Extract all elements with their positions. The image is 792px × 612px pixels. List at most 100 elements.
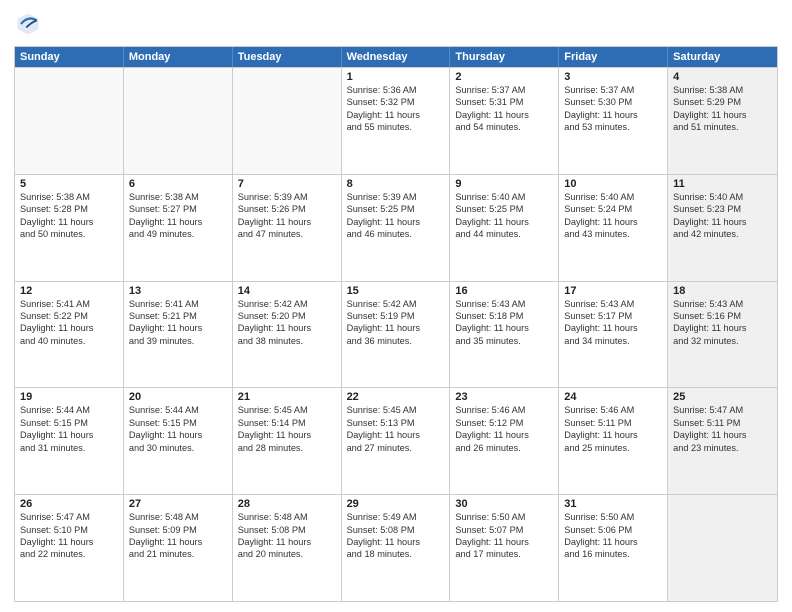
calendar-cell-day-7: 7Sunrise: 5:39 AMSunset: 5:26 PMDaylight… — [233, 175, 342, 281]
calendar-cell-empty-0-2 — [233, 68, 342, 174]
day-number: 9 — [455, 178, 553, 190]
day-number: 22 — [347, 391, 445, 403]
calendar-cell-day-2: 2Sunrise: 5:37 AMSunset: 5:31 PMDaylight… — [450, 68, 559, 174]
cell-line-2: Daylight: 11 hours — [455, 216, 553, 228]
calendar-cell-day-10: 10Sunrise: 5:40 AMSunset: 5:24 PMDayligh… — [559, 175, 668, 281]
cell-line-2: Daylight: 11 hours — [455, 322, 553, 334]
cell-line-0: Sunrise: 5:37 AM — [564, 84, 662, 96]
cell-line-3: and 36 minutes. — [347, 335, 445, 347]
calendar-cell-day-29: 29Sunrise: 5:49 AMSunset: 5:08 PMDayligh… — [342, 495, 451, 601]
cell-line-0: Sunrise: 5:46 AM — [455, 404, 553, 416]
calendar: SundayMondayTuesdayWednesdayThursdayFrid… — [14, 46, 778, 602]
cell-line-0: Sunrise: 5:42 AM — [238, 298, 336, 310]
calendar-cell-day-14: 14Sunrise: 5:42 AMSunset: 5:20 PMDayligh… — [233, 282, 342, 388]
calendar-row-4: 26Sunrise: 5:47 AMSunset: 5:10 PMDayligh… — [15, 494, 777, 601]
day-number: 26 — [20, 498, 118, 510]
cell-line-0: Sunrise: 5:47 AM — [20, 511, 118, 523]
cell-line-2: Daylight: 11 hours — [455, 429, 553, 441]
calendar-cell-day-27: 27Sunrise: 5:48 AMSunset: 5:09 PMDayligh… — [124, 495, 233, 601]
calendar-cell-day-30: 30Sunrise: 5:50 AMSunset: 5:07 PMDayligh… — [450, 495, 559, 601]
cell-line-1: Sunset: 5:07 PM — [455, 524, 553, 536]
calendar-cell-day-8: 8Sunrise: 5:39 AMSunset: 5:25 PMDaylight… — [342, 175, 451, 281]
calendar-cell-day-28: 28Sunrise: 5:48 AMSunset: 5:08 PMDayligh… — [233, 495, 342, 601]
cell-line-3: and 18 minutes. — [347, 548, 445, 560]
calendar-cell-day-26: 26Sunrise: 5:47 AMSunset: 5:10 PMDayligh… — [15, 495, 124, 601]
calendar-cell-day-24: 24Sunrise: 5:46 AMSunset: 5:11 PMDayligh… — [559, 388, 668, 494]
cell-line-0: Sunrise: 5:48 AM — [129, 511, 227, 523]
cell-line-3: and 28 minutes. — [238, 442, 336, 454]
day-number: 31 — [564, 498, 662, 510]
cell-line-0: Sunrise: 5:50 AM — [564, 511, 662, 523]
cell-line-3: and 30 minutes. — [129, 442, 227, 454]
cell-line-2: Daylight: 11 hours — [129, 536, 227, 548]
cell-line-2: Daylight: 11 hours — [238, 429, 336, 441]
cell-line-1: Sunset: 5:26 PM — [238, 203, 336, 215]
day-number: 27 — [129, 498, 227, 510]
cell-line-1: Sunset: 5:31 PM — [455, 96, 553, 108]
cell-line-0: Sunrise: 5:40 AM — [564, 191, 662, 203]
day-number: 10 — [564, 178, 662, 190]
day-number: 17 — [564, 285, 662, 297]
cell-line-1: Sunset: 5:15 PM — [129, 417, 227, 429]
cell-line-3: and 34 minutes. — [564, 335, 662, 347]
cell-line-2: Daylight: 11 hours — [673, 109, 772, 121]
cell-line-1: Sunset: 5:25 PM — [347, 203, 445, 215]
calendar-cell-day-13: 13Sunrise: 5:41 AMSunset: 5:21 PMDayligh… — [124, 282, 233, 388]
cell-line-1: Sunset: 5:16 PM — [673, 310, 772, 322]
day-number: 20 — [129, 391, 227, 403]
calendar-cell-day-31: 31Sunrise: 5:50 AMSunset: 5:06 PMDayligh… — [559, 495, 668, 601]
cell-line-3: and 25 minutes. — [564, 442, 662, 454]
cell-line-1: Sunset: 5:08 PM — [238, 524, 336, 536]
cell-line-0: Sunrise: 5:38 AM — [673, 84, 772, 96]
cell-line-1: Sunset: 5:12 PM — [455, 417, 553, 429]
cell-line-3: and 54 minutes. — [455, 121, 553, 133]
calendar-cell-day-6: 6Sunrise: 5:38 AMSunset: 5:27 PMDaylight… — [124, 175, 233, 281]
calendar-cell-day-5: 5Sunrise: 5:38 AMSunset: 5:28 PMDaylight… — [15, 175, 124, 281]
cell-line-3: and 21 minutes. — [129, 548, 227, 560]
weekday-header-sunday: Sunday — [15, 47, 124, 67]
cell-line-1: Sunset: 5:14 PM — [238, 417, 336, 429]
weekday-header-tuesday: Tuesday — [233, 47, 342, 67]
day-number: 2 — [455, 71, 553, 83]
cell-line-2: Daylight: 11 hours — [20, 216, 118, 228]
cell-line-2: Daylight: 11 hours — [564, 322, 662, 334]
calendar-row-3: 19Sunrise: 5:44 AMSunset: 5:15 PMDayligh… — [15, 387, 777, 494]
cell-line-2: Daylight: 11 hours — [347, 429, 445, 441]
day-number: 24 — [564, 391, 662, 403]
cell-line-2: Daylight: 11 hours — [455, 536, 553, 548]
day-number: 21 — [238, 391, 336, 403]
cell-line-3: and 23 minutes. — [673, 442, 772, 454]
cell-line-3: and 16 minutes. — [564, 548, 662, 560]
weekday-header-wednesday: Wednesday — [342, 47, 451, 67]
day-number: 25 — [673, 391, 772, 403]
day-number: 30 — [455, 498, 553, 510]
cell-line-0: Sunrise: 5:49 AM — [347, 511, 445, 523]
day-number: 1 — [347, 71, 445, 83]
cell-line-0: Sunrise: 5:44 AM — [129, 404, 227, 416]
cell-line-1: Sunset: 5:11 PM — [673, 417, 772, 429]
cell-line-2: Daylight: 11 hours — [20, 536, 118, 548]
calendar-cell-day-22: 22Sunrise: 5:45 AMSunset: 5:13 PMDayligh… — [342, 388, 451, 494]
cell-line-3: and 42 minutes. — [673, 228, 772, 240]
day-number: 12 — [20, 285, 118, 297]
calendar-cell-day-16: 16Sunrise: 5:43 AMSunset: 5:18 PMDayligh… — [450, 282, 559, 388]
calendar-cell-day-25: 25Sunrise: 5:47 AMSunset: 5:11 PMDayligh… — [668, 388, 777, 494]
cell-line-3: and 17 minutes. — [455, 548, 553, 560]
calendar-cell-day-20: 20Sunrise: 5:44 AMSunset: 5:15 PMDayligh… — [124, 388, 233, 494]
cell-line-0: Sunrise: 5:43 AM — [673, 298, 772, 310]
cell-line-0: Sunrise: 5:37 AM — [455, 84, 553, 96]
cell-line-0: Sunrise: 5:40 AM — [673, 191, 772, 203]
calendar-cell-day-3: 3Sunrise: 5:37 AMSunset: 5:30 PMDaylight… — [559, 68, 668, 174]
cell-line-3: and 43 minutes. — [564, 228, 662, 240]
cell-line-3: and 26 minutes. — [455, 442, 553, 454]
cell-line-3: and 55 minutes. — [347, 121, 445, 133]
cell-line-1: Sunset: 5:06 PM — [564, 524, 662, 536]
calendar-cell-day-1: 1Sunrise: 5:36 AMSunset: 5:32 PMDaylight… — [342, 68, 451, 174]
calendar-cell-empty-0-1 — [124, 68, 233, 174]
cell-line-2: Daylight: 11 hours — [673, 216, 772, 228]
cell-line-1: Sunset: 5:13 PM — [347, 417, 445, 429]
cell-line-3: and 22 minutes. — [20, 548, 118, 560]
cell-line-3: and 35 minutes. — [455, 335, 553, 347]
cell-line-2: Daylight: 11 hours — [564, 216, 662, 228]
cell-line-1: Sunset: 5:23 PM — [673, 203, 772, 215]
